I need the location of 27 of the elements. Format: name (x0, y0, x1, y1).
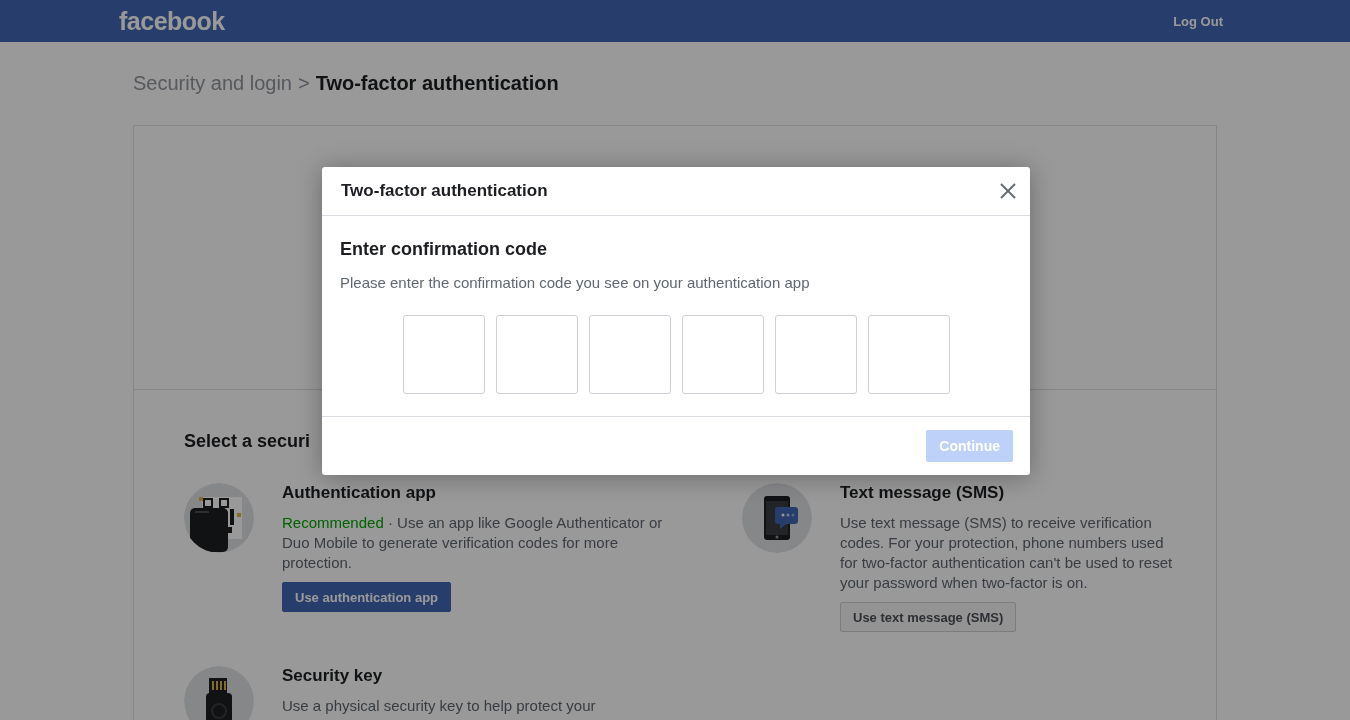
code-digit-field[interactable] (495, 315, 578, 394)
section-title: Select a securi (184, 431, 311, 452)
page-title: Two-factor authentication (315, 72, 559, 95)
close-icon[interactable] (1000, 183, 1016, 199)
method-title: Authentication app (282, 483, 437, 503)
method-description: Use a physical security key to help protect your (282, 696, 597, 716)
code-digit-field[interactable] (402, 315, 485, 394)
dialog-heading: Enter confirmation code (340, 239, 549, 260)
logo[interactable]: facebook (119, 6, 225, 36)
method-title: Security key (282, 666, 384, 686)
method-description: Use text message (SMS) to receive verification codes. For your protection, phone numbers used for two-factor authentication can't be used to reset your password when two-factor is on. (840, 513, 1174, 593)
code-digit-field[interactable] (774, 315, 857, 394)
usb-key-icon (184, 666, 254, 720)
breadcrumb-separator: > (298, 72, 310, 95)
dialog-instruction: Please enter the confirmation code you see on your authentication app (340, 274, 811, 291)
breadcrumb-link[interactable]: Security and login (133, 72, 292, 95)
phone-message-icon (742, 483, 812, 553)
code-digit-field[interactable] (588, 315, 671, 394)
log-out-link[interactable]: Log Out (1173, 13, 1223, 29)
code-digit-field[interactable] (867, 315, 950, 394)
qr-phone-icon (184, 483, 254, 553)
method-title: Text message (SMS) (840, 483, 1006, 503)
method-description: Recommended · Use an app like Google Authenticator or Duo Mobile to generate verification codes for more protection. (282, 513, 664, 573)
dialog-title: Two-factor authentication (341, 181, 548, 201)
method-button[interactable]: Use authentication app (282, 582, 452, 612)
method-button[interactable]: Use text message (SMS) (840, 602, 1017, 632)
code-digit-field[interactable] (681, 315, 764, 394)
